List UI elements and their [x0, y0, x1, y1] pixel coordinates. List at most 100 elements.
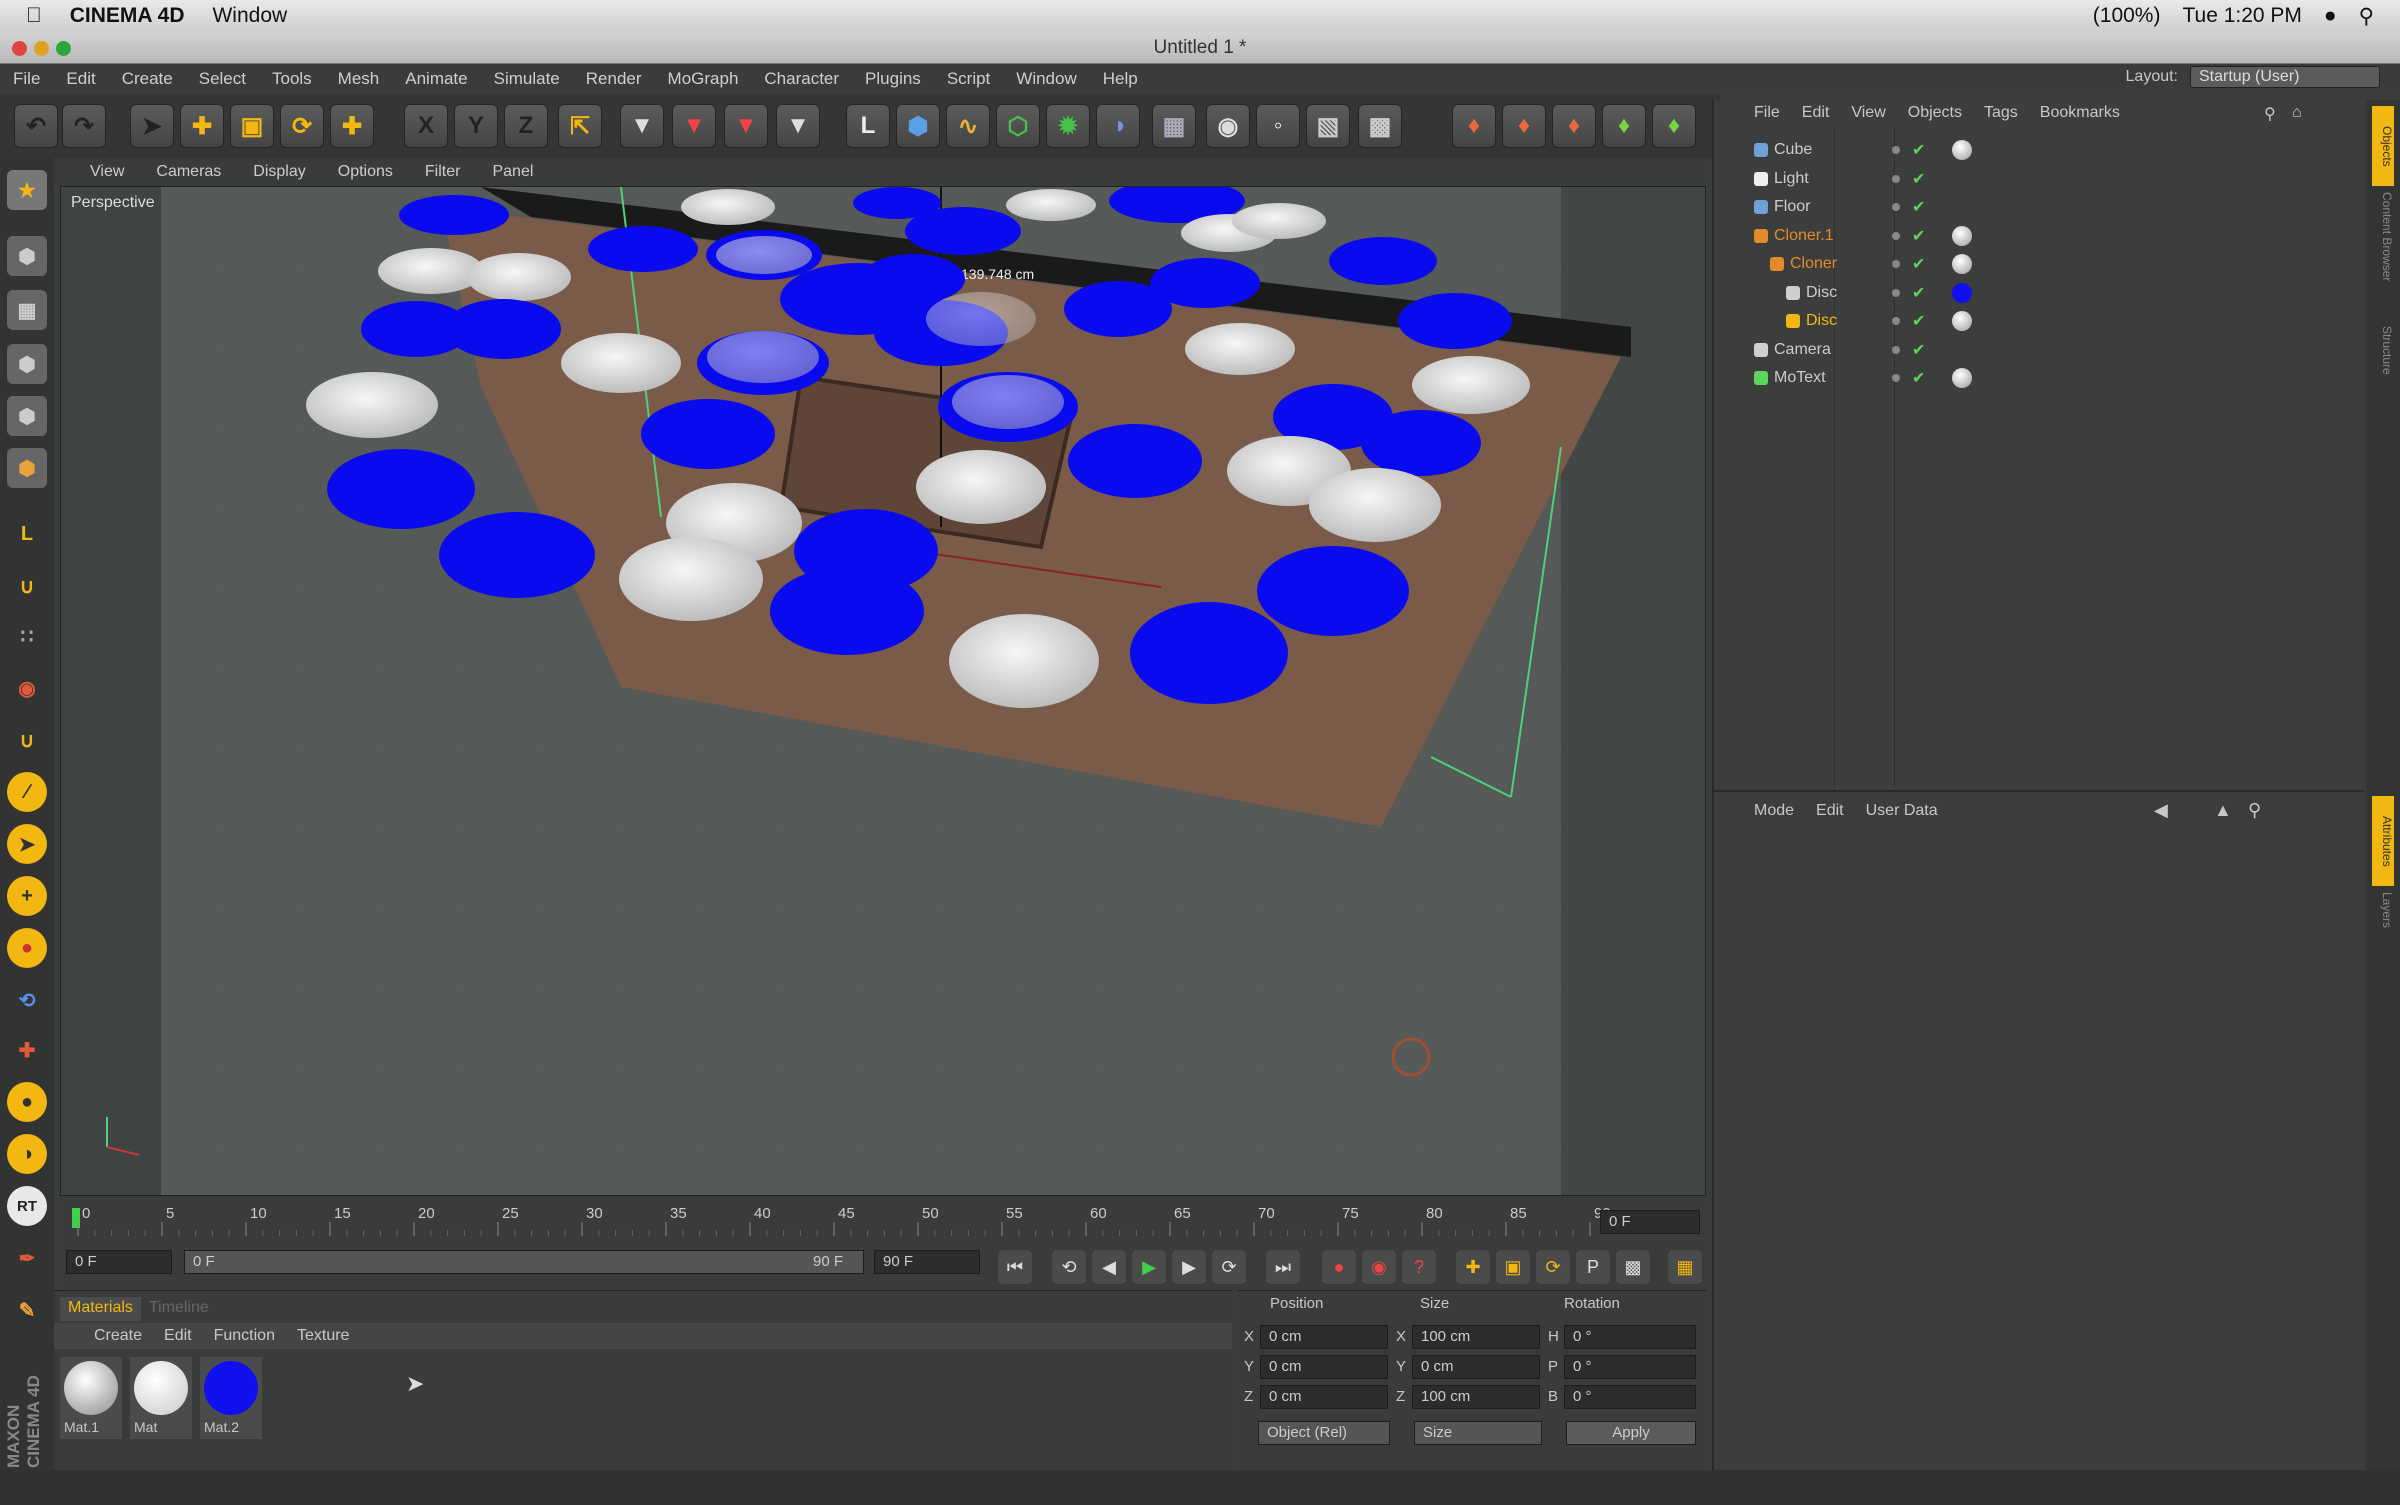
select-pointer-icon[interactable]: ➤ — [130, 104, 174, 148]
apply-button[interactable]: Apply — [1566, 1421, 1696, 1445]
plugin-icon-2[interactable]: ♦ — [1552, 104, 1596, 148]
layout-dropdown[interactable]: Startup (User) — [2190, 66, 2380, 88]
viewport-menu-panel[interactable]: Panel — [476, 163, 549, 181]
menu-create[interactable]: Create — [109, 69, 186, 89]
viewport-menu-cameras[interactable]: Cameras — [140, 163, 237, 181]
battery-status[interactable]: (100%) — [2093, 4, 2161, 28]
rotate-icon[interactable]: ⟳ — [280, 104, 324, 148]
realtime-icon[interactable]: RT — [7, 1186, 47, 1226]
z-axis-button[interactable]: Z — [504, 104, 548, 148]
autokey-icon[interactable]: ◉ — [1362, 1250, 1396, 1284]
material-slot-1[interactable]: Mat.1 — [60, 1357, 122, 1439]
redo-icon[interactable]: ↷ — [62, 104, 106, 148]
objmgr-menu-objects[interactable]: Objects — [1908, 104, 1962, 122]
goto-start-icon[interactable]: ⏮ — [998, 1250, 1032, 1284]
live-selection-icon[interactable]: ➤ — [7, 824, 47, 864]
display-mode-icon[interactable]: ▧ — [1306, 104, 1350, 148]
move-camera-icon[interactable]: ✚ — [7, 1030, 47, 1070]
timeline-layout-icon[interactable]: ▦ — [1668, 1250, 1702, 1284]
attr-search-icon[interactable]: ⚲ — [2248, 800, 2261, 821]
y-axis-button[interactable]: Y — [454, 104, 498, 148]
paint-icon[interactable]: ● — [7, 928, 47, 968]
camera-icon[interactable]: ◉ — [1206, 104, 1250, 148]
snapping-icon[interactable]: ▩ — [1358, 104, 1402, 148]
enabled-check-icon[interactable]: ✔ — [1912, 197, 1925, 217]
coord-size-mode-dropdown[interactable]: Size — [1414, 1421, 1542, 1445]
attr-menu-mode[interactable]: Mode — [1754, 802, 1794, 820]
tab-attributes[interactable]: Attributes — [2372, 796, 2394, 886]
visibility-dot[interactable] — [1892, 146, 1900, 154]
next-frame-icon[interactable]: ▶ — [1172, 1250, 1206, 1284]
rotation-field[interactable]: 0 ° — [1564, 1355, 1696, 1379]
position-field[interactable]: 0 cm — [1260, 1355, 1388, 1379]
previous-key-icon[interactable]: ⟲ — [1052, 1250, 1086, 1284]
material-menu-function[interactable]: Function — [214, 1327, 275, 1345]
object-row[interactable]: MoText ✔ — [1728, 364, 2348, 392]
tab-materials[interactable]: Materials — [60, 1297, 141, 1321]
tab-objects[interactable]: Objects — [2372, 106, 2394, 186]
x-axis-button[interactable]: X — [404, 104, 448, 148]
rotate-camera-icon[interactable]: ⟲ — [7, 980, 47, 1020]
menu-tools[interactable]: Tools — [259, 69, 325, 89]
half-sphere-icon[interactable]: ◑ — [7, 1134, 47, 1174]
window-menu[interactable]: Window — [212, 4, 287, 28]
enabled-check-icon[interactable]: ✔ — [1912, 140, 1925, 160]
render-picture-viewer-icon[interactable]: ▼ — [672, 104, 716, 148]
material-slot-3[interactable]: Mat.2 — [200, 1357, 262, 1439]
material-menu-create[interactable]: Create — [94, 1327, 142, 1345]
null-object-icon[interactable]: L — [846, 104, 890, 148]
material-slot-2[interactable]: Mat — [130, 1357, 192, 1439]
light-icon[interactable]: ◦ — [1256, 104, 1300, 148]
visibility-dot[interactable] — [1892, 231, 1900, 240]
axis-mode-icon[interactable]: L — [7, 514, 47, 554]
frame-range-slider[interactable]: 0 F 90 F — [184, 1250, 864, 1274]
spotlight-icon[interactable]: ⚲ — [2359, 4, 2374, 29]
menu-character[interactable]: Character — [751, 69, 852, 89]
menu-file[interactable]: File — [0, 69, 53, 89]
add-point-icon[interactable]: + — [7, 876, 47, 916]
object-row[interactable]: Cube ✔ — [1728, 136, 2348, 164]
points-mode-icon[interactable]: ⬢ — [7, 344, 47, 384]
rotation-field[interactable]: 0 ° — [1564, 1385, 1696, 1409]
tool-icon[interactable]: ✎ — [7, 1290, 47, 1330]
menu-render[interactable]: Render — [573, 69, 655, 89]
key-position-icon[interactable]: ✚ — [1456, 1250, 1490, 1284]
perspective-viewport[interactable]: Perspective 139.748 cm — [60, 186, 1706, 1196]
spline-pen-icon[interactable]: ∿ — [946, 104, 990, 148]
plugin-icon-4[interactable]: ♦ — [1652, 104, 1696, 148]
back-arrow-icon[interactable]: ◀ — [2154, 800, 2168, 821]
size-field[interactable]: 100 cm — [1412, 1385, 1540, 1409]
visibility-dot[interactable] — [1892, 345, 1900, 354]
size-field[interactable]: 0 cm — [1412, 1355, 1540, 1379]
viewport-menu-view[interactable]: View — [54, 163, 140, 181]
enabled-check-icon[interactable]: ✔ — [1912, 169, 1925, 189]
python-generator-icon[interactable]: ♦ — [1452, 104, 1496, 148]
play-icon[interactable]: ▶ — [1132, 1250, 1166, 1284]
move-icon[interactable]: ✚ — [180, 104, 224, 148]
visibility-dot[interactable] — [1892, 174, 1900, 183]
object-row[interactable]: Camera ✔ — [1728, 336, 2348, 364]
visibility-dot[interactable] — [1892, 288, 1900, 297]
objmgr-menu-edit[interactable]: Edit — [1802, 104, 1830, 122]
goto-end-icon[interactable]: ⏭ — [1266, 1250, 1300, 1284]
cloner-icon[interactable]: ✹ — [1046, 104, 1090, 148]
magnet-icon[interactable]: ∪ — [7, 566, 47, 606]
object-row[interactable]: Cloner.1 ✔ — [1728, 222, 2348, 250]
tweak-mode-icon[interactable]: ∕ — [7, 772, 47, 812]
menu-mesh[interactable]: Mesh — [325, 69, 393, 89]
tab-timeline[interactable]: Timeline — [141, 1297, 217, 1321]
render-view-icon[interactable]: ▼ — [620, 104, 664, 148]
texture-mode-icon[interactable]: ▦ — [7, 290, 47, 330]
menu-select[interactable]: Select — [186, 69, 259, 89]
material-tag-icon[interactable] — [1952, 368, 1972, 388]
enabled-check-icon[interactable]: ✔ — [1912, 368, 1925, 388]
rotation-field[interactable]: 0 ° — [1564, 1325, 1696, 1349]
menu-help[interactable]: Help — [1090, 69, 1151, 89]
lock-workplane-icon[interactable]: ∪ — [7, 720, 47, 760]
key-rotation-icon[interactable]: ⟳ — [1536, 1250, 1570, 1284]
viewport-menu-options[interactable]: Options — [322, 163, 409, 181]
menu-animate[interactable]: Animate — [392, 69, 480, 89]
plugin-icon-3[interactable]: ♦ — [1602, 104, 1646, 148]
grid-snap-icon[interactable]: ∷ — [7, 616, 47, 656]
enabled-check-icon[interactable]: ✔ — [1912, 283, 1925, 303]
